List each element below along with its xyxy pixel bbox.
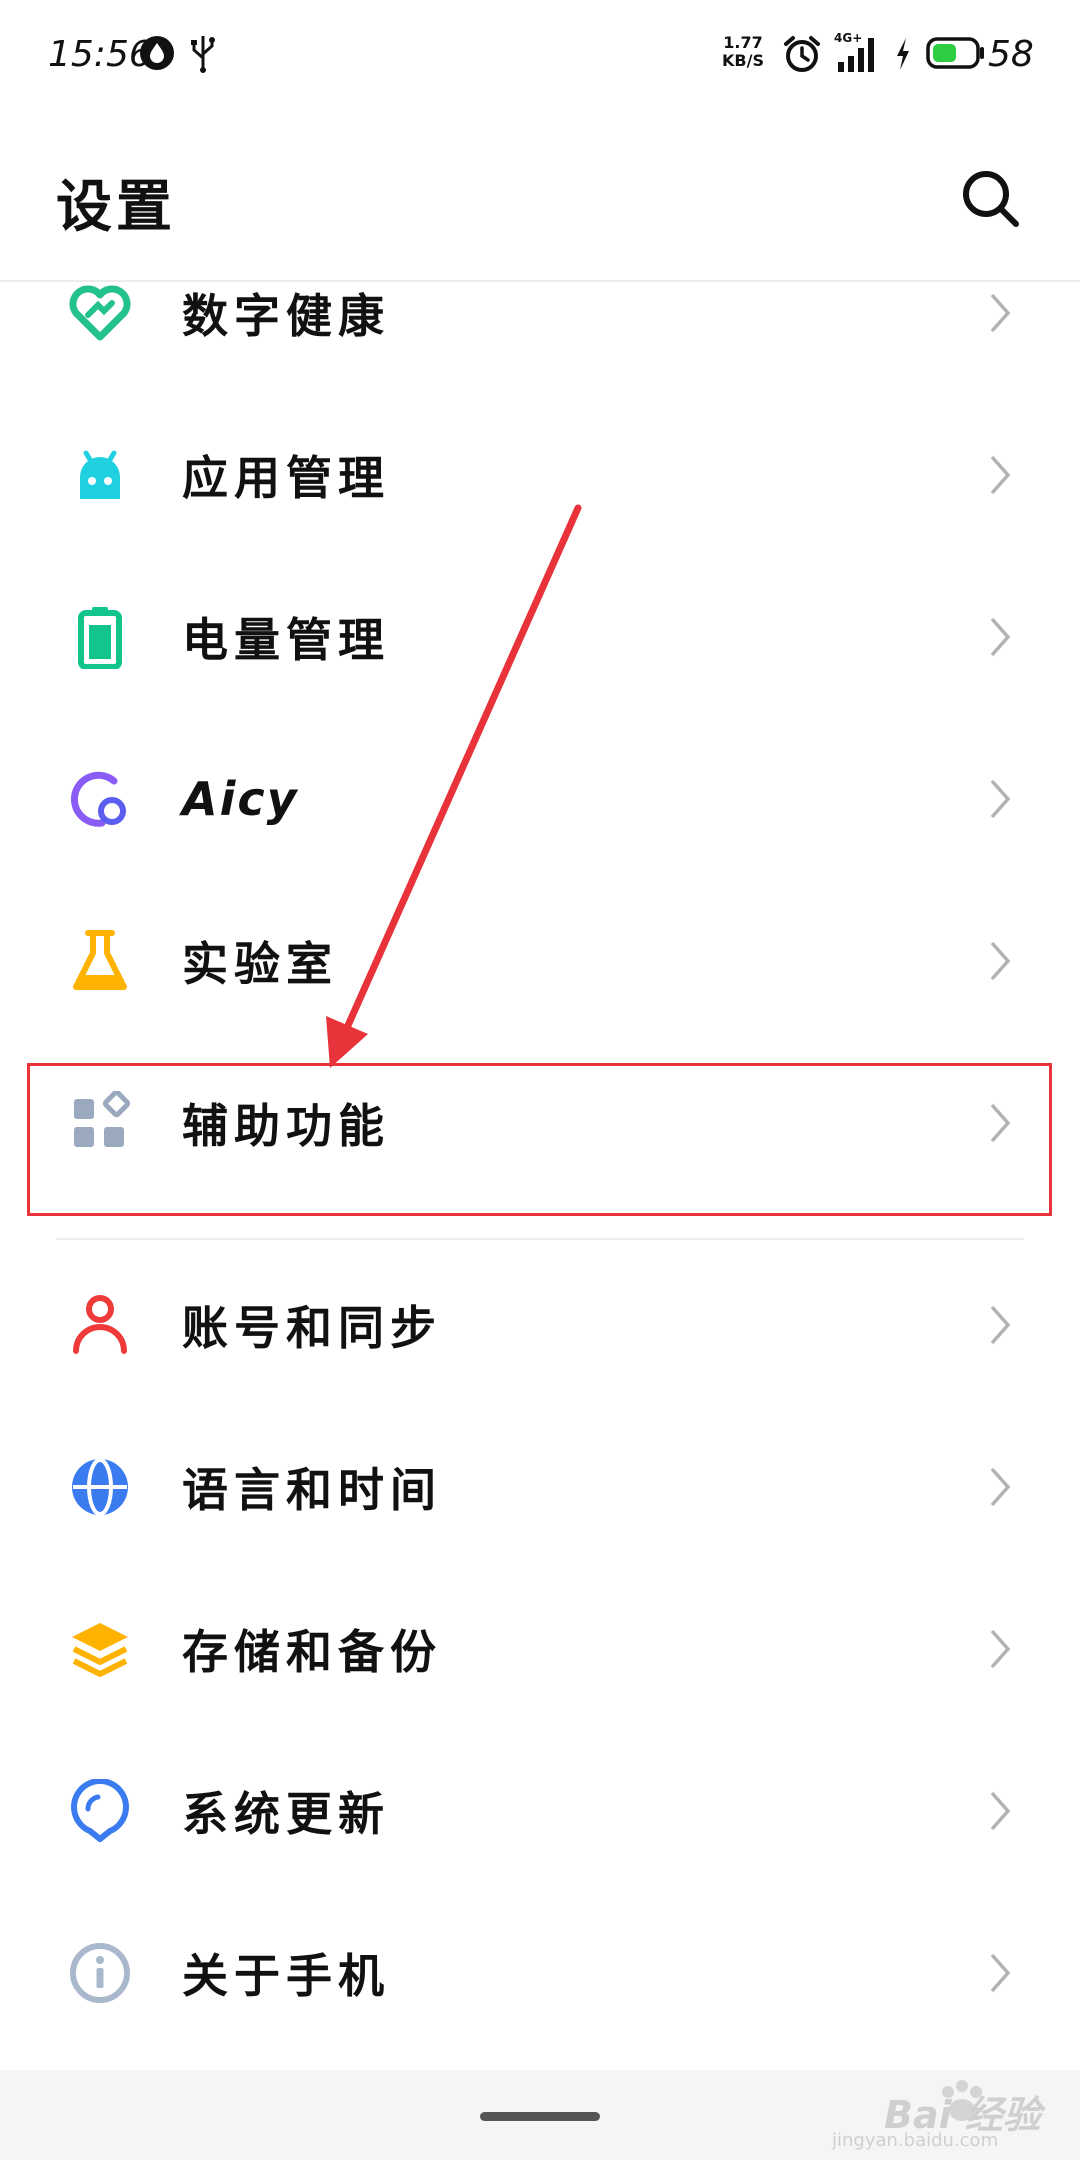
settings-item-system-update[interactable]: 系统更新 <box>0 1730 1080 1892</box>
layers-icon <box>72 1623 128 1677</box>
chevron-right-icon <box>990 779 1011 819</box>
alarm-icon <box>782 34 822 78</box>
update-icon <box>71 1779 129 1842</box>
signal-icon: 4G+ <box>834 30 884 78</box>
settings-item-label: 电量管理 <box>182 613 390 667</box>
chevron-right-icon <box>990 455 1011 495</box>
settings-item-label: 实验室 <box>182 937 338 991</box>
chevron-right-icon <box>990 1953 1011 1993</box>
section-divider <box>56 1238 1024 1240</box>
settings-item-digital-wellbeing[interactable]: 数字健康 <box>0 232 1080 394</box>
chevron-right-icon <box>990 293 1011 333</box>
heart-icon <box>69 285 131 341</box>
network-speed: 1.77 KB/S <box>722 33 764 70</box>
settings-item-label: 数字健康 <box>182 289 390 343</box>
svg-text:4G+: 4G+ <box>834 31 862 45</box>
chevron-right-icon <box>990 1467 1011 1507</box>
usb-icon <box>188 34 218 78</box>
person-icon <box>73 1295 127 1354</box>
notification-icon <box>138 34 176 76</box>
search-button[interactable] <box>956 164 1026 234</box>
settings-item-label: 关于手机 <box>182 1949 390 2003</box>
settings-item-label: Aicy <box>182 772 299 826</box>
highlight-box <box>27 1063 1052 1216</box>
chevron-right-icon <box>990 1629 1011 1669</box>
settings-item-label: 账号和同步 <box>182 1301 442 1355</box>
settings-screen: 15:56 1.77 KB/S 4G+ 58 设置 数字健康 应用管理 电量管理… <box>0 0 1080 2160</box>
info-icon <box>70 1943 130 2003</box>
home-indicator[interactable] <box>480 2112 600 2121</box>
status-bar: 15:56 1.77 KB/S 4G+ 58 <box>0 0 1080 110</box>
aicy-icon <box>70 771 126 827</box>
settings-item-account-sync[interactable]: 账号和同步 <box>0 1244 1080 1406</box>
battery-management-icon <box>78 607 122 669</box>
settings-item-about-phone[interactable]: 关于手机 <box>0 1892 1080 2054</box>
chevron-right-icon <box>990 1305 1011 1345</box>
settings-item-language-time[interactable]: 语言和时间 <box>0 1406 1080 1568</box>
settings-item-label: 语言和时间 <box>182 1463 442 1517</box>
settings-item-app-management[interactable]: 应用管理 <box>0 394 1080 556</box>
settings-item-lab[interactable]: 实验室 <box>0 880 1080 1042</box>
android-icon <box>80 450 120 499</box>
settings-item-storage-backup[interactable]: 存储和备份 <box>0 1568 1080 1730</box>
settings-item-label: 存储和备份 <box>182 1625 442 1679</box>
page-title: 设置 <box>56 175 176 240</box>
watermark-url: jingyan.baidu.com <box>832 2130 999 2151</box>
search-icon <box>963 171 1019 227</box>
settings-item-label: 应用管理 <box>182 451 390 505</box>
baidu-watermark: Bai 经验 jingyan.baidu.com <box>824 2078 1054 2158</box>
settings-item-label: 系统更新 <box>182 1787 390 1841</box>
flask-icon <box>73 930 127 990</box>
status-time: 15:56 <box>48 34 152 75</box>
settings-item-battery[interactable]: 电量管理 <box>0 556 1080 718</box>
chevron-right-icon <box>990 617 1011 657</box>
chevron-right-icon <box>990 1791 1011 1831</box>
navigation-bar: Bai 经验 jingyan.baidu.com <box>0 2070 1080 2160</box>
chevron-right-icon <box>990 941 1011 981</box>
settings-item-aicy[interactable]: Aicy <box>0 718 1080 880</box>
globe-icon <box>72 1458 128 1516</box>
charging-icon <box>893 34 913 78</box>
battery-icon <box>926 36 986 74</box>
battery-level: 58 <box>988 34 1034 75</box>
